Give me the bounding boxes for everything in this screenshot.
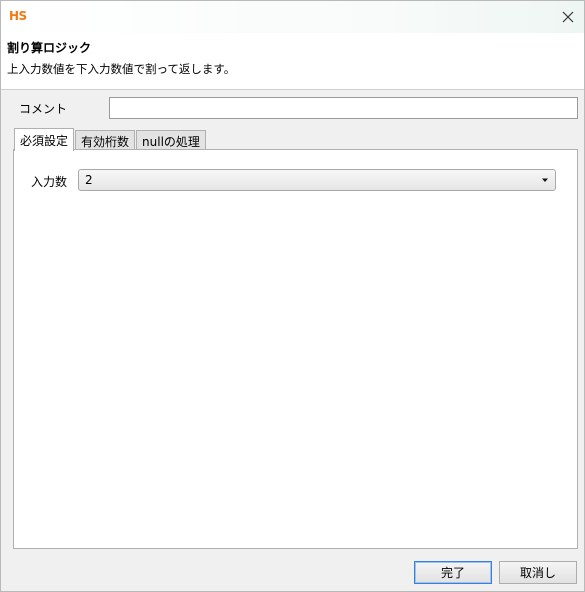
dialog-window: HS 割り算ロジック 上入力数値を下入力数値で割って返します。 コメント 必須設… [0,0,585,592]
tab-label: 必須設定 [20,133,69,148]
title-bar: HS [1,1,584,33]
close-button[interactable] [552,1,584,33]
app-logo: HS [9,9,27,23]
tab-panel-required-settings: 入力数 2 [13,149,578,549]
dialog-title: 割り算ロジック [7,41,92,55]
close-icon [562,11,574,23]
cancel-button[interactable]: 取消し [499,561,577,584]
tab-label: 有効桁数 [81,134,130,149]
tab-label: nullの処理 [142,134,200,149]
tab-required-settings[interactable]: 必須設定 [14,128,75,151]
ok-button[interactable]: 完了 [414,561,492,584]
comment-input[interactable] [109,97,578,119]
dialog-header: 割り算ロジック 上入力数値を下入力数値で割って返します。 [1,33,584,90]
input-count-value: 2 [85,173,93,187]
tab-bar: 必須設定 有効桁数 nullの処理 [14,128,207,151]
input-count-label: 入力数 [31,175,68,189]
tab-significant-digits[interactable]: 有効桁数 [75,130,136,151]
input-count-select[interactable]: 2 [78,169,556,191]
tab-null-handling[interactable]: nullの処理 [136,130,206,151]
comment-label: コメント [19,102,68,116]
dialog-description: 上入力数値を下入力数値で割って返します。 [7,62,236,76]
chevron-down-icon [542,178,548,182]
